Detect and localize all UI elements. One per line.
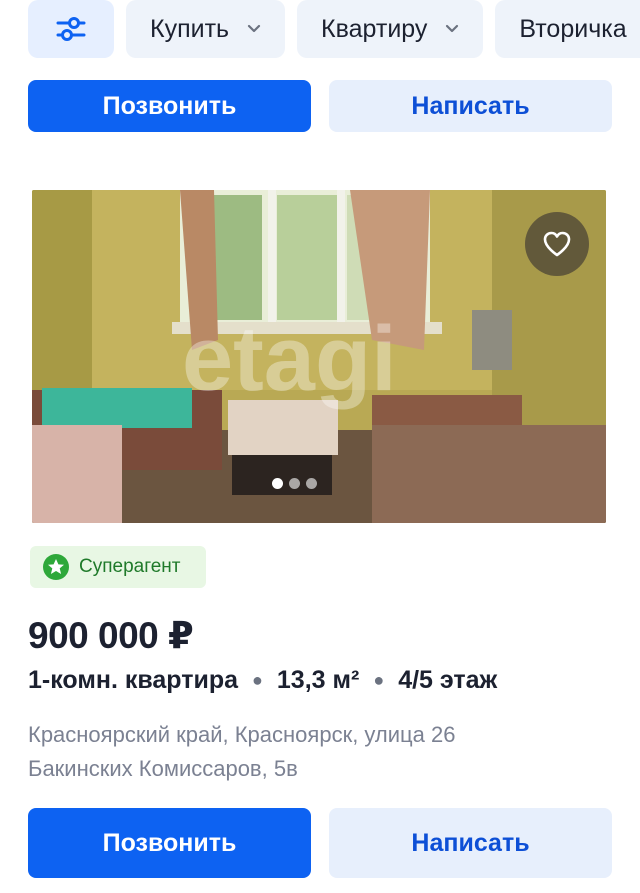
market-dropdown[interactable]: Вторичка — [495, 0, 640, 58]
prev-call-label: Позвонить — [102, 91, 237, 120]
floor-label: 4/5 этаж — [398, 666, 498, 694]
star-badge-icon — [43, 554, 69, 580]
listing-price: 900 000 ₽ — [28, 615, 194, 656]
filter-settings-button[interactable] — [28, 0, 114, 58]
chevron-down-icon — [446, 24, 459, 33]
prev-write-button[interactable]: Написать — [329, 80, 612, 132]
chevron-down-icon — [247, 24, 261, 33]
photo-pagination — [272, 478, 317, 489]
call-label: Позвонить — [102, 828, 237, 857]
filter-bar: Купить Квартиру Вторичка — [0, 0, 640, 62]
property-type-label: Квартиру — [321, 14, 428, 43]
badge-label: Суперагент — [79, 556, 181, 577]
address-line: Бакинских Комиссаров, 5в — [28, 756, 298, 781]
property-type-dropdown[interactable]: Квартиру — [297, 0, 484, 58]
prev-call-button[interactable]: Позвонить — [28, 80, 311, 132]
separator-dot: ● — [373, 670, 385, 690]
sliders-icon — [56, 17, 86, 41]
market-label: Вторичка — [519, 14, 627, 43]
superagent-badge: Суперагент — [30, 546, 206, 588]
photo-watermark: etagi — [182, 308, 397, 410]
favorite-button[interactable] — [525, 212, 589, 276]
prev-write-label: Написать — [411, 91, 530, 120]
deal-type-label: Купить — [150, 14, 230, 43]
rooms-label: 1-комн. квартира — [28, 666, 239, 694]
area-label: 13,3 м² — [276, 666, 360, 694]
pagination-dot[interactable] — [272, 478, 283, 489]
pagination-dot[interactable] — [289, 478, 300, 489]
deal-type-dropdown[interactable]: Купить — [126, 0, 286, 58]
pagination-dot[interactable] — [306, 478, 317, 489]
heart-icon — [543, 231, 571, 257]
call-button[interactable]: Позвонить — [28, 808, 311, 878]
listing-address: Красноярский край, Красноярск, улица 26 … — [28, 718, 548, 786]
listing-specs: 1-комн. квартира ● 13,3 м² ● 4/5 этаж — [28, 666, 497, 695]
address-line: Красноярский край, Красноярск, улица 26 — [28, 722, 456, 747]
separator-dot: ● — [252, 670, 263, 690]
listing-photo[interactable]: etagi — [32, 190, 606, 523]
write-label: Написать — [411, 828, 530, 857]
write-button[interactable]: Написать — [329, 808, 612, 878]
